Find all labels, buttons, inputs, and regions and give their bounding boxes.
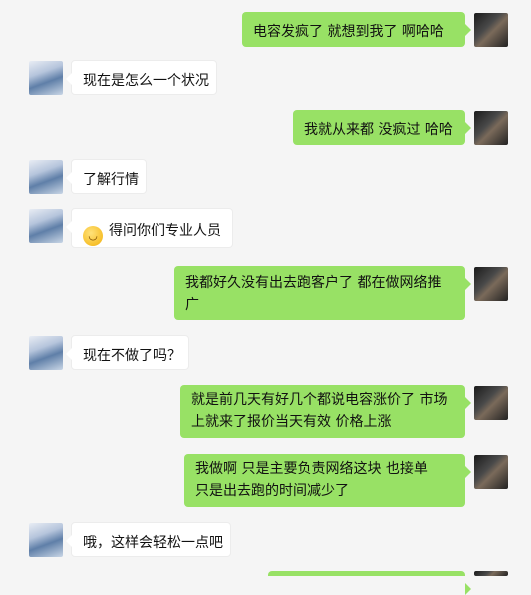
message-bubble-outgoing[interactable]: 就是前几天有好几个都说电容涨价了 市场 上就来了报价当天有效 价格上涨 bbox=[180, 385, 471, 438]
avatar[interactable] bbox=[474, 267, 508, 301]
message-text-line: 就是前几天有好几个都说电容涨价了 市场 bbox=[191, 392, 448, 408]
avatar[interactable] bbox=[474, 111, 508, 145]
avatar[interactable] bbox=[29, 523, 63, 557]
message-bubble-incoming[interactable]: 了解行情 bbox=[66, 159, 147, 194]
avatar[interactable] bbox=[474, 571, 508, 576]
message-bubble-incoming[interactable]: 现在不做了吗？ bbox=[66, 335, 189, 370]
message-text: 了解行情 bbox=[83, 172, 139, 188]
message-text: 现在不做了吗？ bbox=[83, 348, 181, 364]
message-bubble-outgoing-partial[interactable] bbox=[268, 571, 471, 595]
avatar[interactable] bbox=[29, 160, 63, 194]
avatar[interactable] bbox=[474, 455, 508, 489]
avatar[interactable] bbox=[474, 386, 508, 420]
message-bubble-outgoing[interactable]: 我做啊 只是主要负责网络这块 也接单 只是出去跑的时间减少了 bbox=[184, 454, 471, 507]
message-bubble-outgoing[interactable]: 我就从来都 没疯过 哈哈 bbox=[293, 110, 471, 145]
avatar[interactable] bbox=[474, 13, 508, 47]
message-text: 得问你们专业人员 bbox=[109, 223, 221, 239]
message-bubble-outgoing[interactable]: 我都好久没有出去跑客户了 都在做网络推广 bbox=[174, 266, 471, 320]
message-text: 电容发疯了 就想到我了 啊哈哈 bbox=[253, 24, 444, 40]
grin-emoji-icon: ◡ bbox=[83, 226, 103, 246]
avatar[interactable] bbox=[29, 336, 63, 370]
message-bubble-incoming[interactable]: 哦，这样会轻松一点吧 bbox=[66, 522, 231, 557]
avatar[interactable] bbox=[29, 61, 63, 95]
message-text-line: 只是出去跑的时间减少了 bbox=[195, 483, 349, 499]
avatar[interactable] bbox=[29, 209, 63, 243]
message-bubble-incoming[interactable]: 现在是怎么一个状况 bbox=[66, 60, 217, 95]
message-text: 哦，这样会轻松一点吧 bbox=[83, 535, 223, 551]
message-text-line: 我做啊 只是主要负责网络这块 也接单 bbox=[195, 461, 428, 477]
message-bubble-outgoing[interactable]: 电容发疯了 就想到我了 啊哈哈 bbox=[242, 12, 471, 47]
message-text-line: 上就来了报价当天有效 价格上涨 bbox=[191, 414, 392, 430]
message-bubble-incoming[interactable]: ◡ 得问你们专业人员 bbox=[66, 208, 233, 248]
message-text: 我都好久没有出去跑客户了 都在做网络推广 bbox=[185, 275, 442, 313]
message-text: 现在是怎么一个状况 bbox=[83, 73, 209, 89]
message-text: 我就从来都 没疯过 哈哈 bbox=[304, 122, 453, 138]
